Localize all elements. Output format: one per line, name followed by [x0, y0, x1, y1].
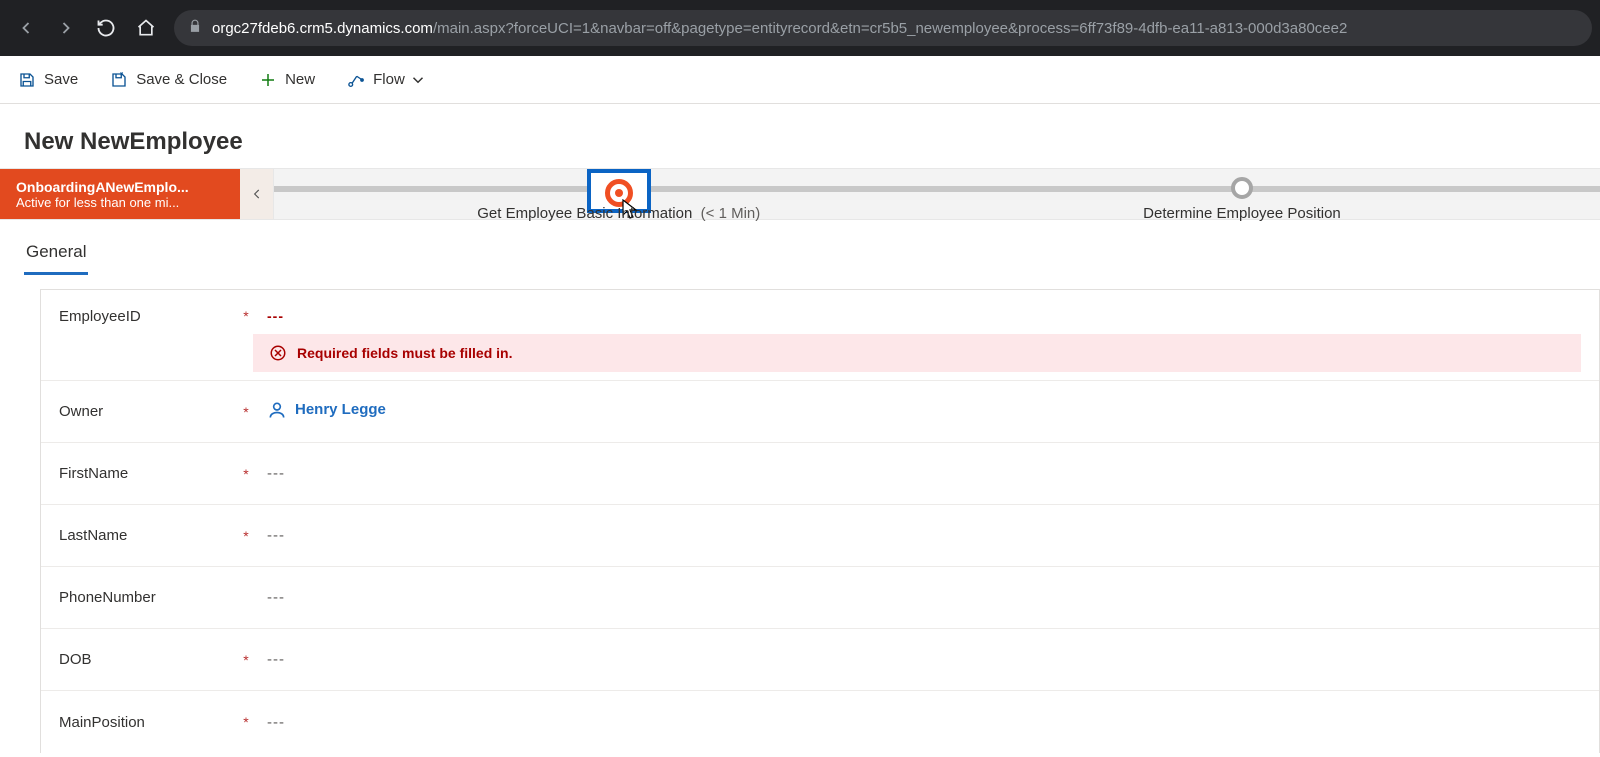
field-last-name[interactable]: LastName * ---	[41, 505, 1599, 567]
field-value[interactable]: ---	[267, 465, 285, 482]
field-label: LastName	[59, 527, 239, 544]
field-label: MainPosition	[59, 714, 239, 731]
target-icon	[605, 179, 633, 207]
field-value[interactable]: ---	[267, 714, 285, 731]
save-close-button[interactable]: Save & Close	[104, 67, 233, 93]
required-marker: *	[239, 714, 253, 730]
bpf-bar: OnboardingANewEmplo... Active for less t…	[0, 168, 1600, 220]
form-tabs: General	[0, 220, 1600, 275]
chevron-down-icon	[409, 71, 427, 89]
field-value[interactable]: ---	[267, 589, 285, 606]
bpf-process-name: OnboardingANewEmplo...	[16, 179, 230, 195]
field-first-name[interactable]: FirstName * ---	[41, 443, 1599, 505]
nav-back-button[interactable]	[8, 10, 44, 46]
validation-error: Required fields must be filled in.	[253, 334, 1581, 372]
command-bar: Save Save & Close New Flow	[0, 56, 1600, 104]
tab-general[interactable]: General	[24, 236, 88, 275]
save-button[interactable]: Save	[12, 67, 84, 93]
nav-forward-button[interactable]	[48, 10, 84, 46]
save-close-icon	[110, 71, 128, 89]
url-host: orgc27fdeb6.crm5.dynamics.com	[212, 20, 433, 37]
field-employee-id[interactable]: EmployeeID * --- Required fields must be…	[41, 290, 1599, 381]
bpf-stage1-label: Get Employee Basic Information (< 1 Min)	[477, 205, 760, 222]
field-label: DOB	[59, 651, 239, 668]
save-icon	[18, 71, 36, 89]
form-section: EmployeeID * --- Required fields must be…	[40, 289, 1600, 753]
nav-reload-button[interactable]	[88, 10, 124, 46]
field-value[interactable]: ---	[267, 527, 285, 544]
field-phone-number[interactable]: PhoneNumber ---	[41, 567, 1599, 629]
nav-home-button[interactable]	[128, 10, 164, 46]
field-value[interactable]: ---	[253, 308, 284, 324]
required-marker: *	[239, 404, 253, 420]
required-marker: *	[239, 308, 253, 324]
required-marker: *	[239, 652, 253, 668]
flow-icon	[347, 71, 365, 89]
browser-chrome: orgc27fdeb6.crm5.dynamics.com/main.aspx?…	[0, 0, 1600, 56]
field-label: EmployeeID	[59, 308, 239, 325]
bpf-process-status: Active for less than one mi...	[16, 195, 230, 210]
error-icon	[269, 344, 287, 362]
bpf-stage2-label: Determine Employee Position	[1143, 205, 1341, 222]
person-icon	[267, 400, 287, 420]
field-label: Owner	[59, 403, 239, 420]
plus-icon	[259, 71, 277, 89]
field-value[interactable]: ---	[267, 651, 285, 668]
field-label: FirstName	[59, 465, 239, 482]
page-title: New NewEmployee	[0, 104, 1600, 168]
field-main-position[interactable]: MainPosition * ---	[41, 691, 1599, 753]
bpf-collapse-button[interactable]	[240, 169, 274, 219]
required-marker: *	[239, 528, 253, 544]
flow-button[interactable]: Flow	[341, 67, 433, 93]
required-marker: *	[239, 466, 253, 482]
bpf-stage2-node[interactable]	[1231, 177, 1253, 199]
field-label: PhoneNumber	[59, 589, 239, 606]
new-button[interactable]: New	[253, 67, 321, 93]
owner-lookup[interactable]: Henry Legge	[267, 400, 386, 420]
bpf-track	[274, 186, 1600, 192]
field-owner[interactable]: Owner * Henry Legge	[41, 381, 1599, 443]
url-path: /main.aspx?forceUCI=1&navbar=off&pagetyp…	[433, 20, 1347, 37]
bpf-active-stage[interactable]: OnboardingANewEmplo... Active for less t…	[0, 169, 240, 219]
address-bar[interactable]: orgc27fdeb6.crm5.dynamics.com/main.aspx?…	[174, 10, 1592, 46]
field-dob[interactable]: DOB * ---	[41, 629, 1599, 691]
lock-icon	[188, 19, 202, 37]
